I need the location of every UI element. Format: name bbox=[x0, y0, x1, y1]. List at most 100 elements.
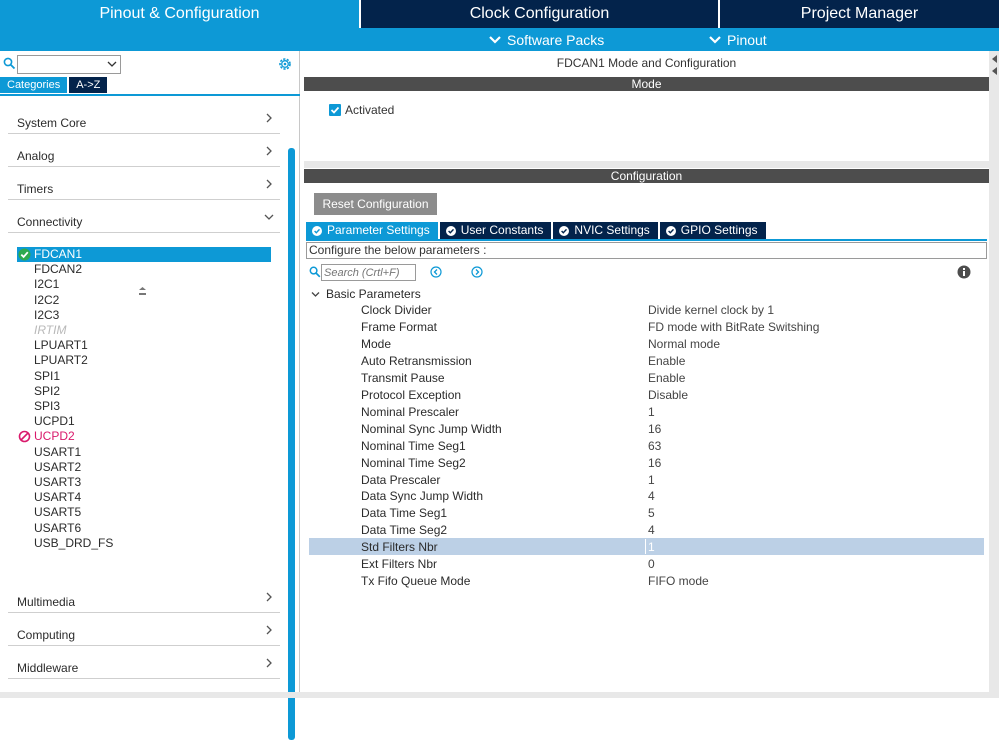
peripheral-item[interactable]: I2C1 bbox=[17, 277, 271, 292]
peripheral-item[interactable]: USART6 bbox=[17, 521, 271, 536]
parameter-row[interactable]: Transmit Pause Enable bbox=[309, 369, 984, 386]
pinout-menu[interactable]: Pinout bbox=[709, 28, 767, 51]
peripheral-item[interactable]: LPUART2 bbox=[17, 353, 271, 368]
parameter-value[interactable]: 1 bbox=[648, 405, 655, 419]
peripheral-item[interactable]: USART4 bbox=[17, 490, 271, 505]
parameter-name: Auto Retransmission bbox=[361, 353, 472, 368]
peripheral-item[interactable]: USB_DRD_FS bbox=[17, 536, 271, 551]
parameter-row[interactable]: Clock Divider Divide kernel clock by 1 bbox=[309, 301, 984, 318]
parameter-value[interactable]: 0 bbox=[648, 557, 655, 571]
peripheral-label: USART4 bbox=[34, 490, 82, 505]
category-analog[interactable]: Analog bbox=[8, 135, 280, 167]
peripheral-item[interactable]: USART2 bbox=[17, 460, 271, 475]
parameter-name: Nominal Time Seg2 bbox=[361, 455, 466, 470]
parameter-row[interactable]: Std Filters Nbr 1 bbox=[309, 538, 984, 556]
parameter-value[interactable]: 16 bbox=[648, 422, 661, 436]
category-timers[interactable]: Timers bbox=[8, 168, 280, 200]
parameter-row[interactable]: Protocol Exception Disable bbox=[309, 386, 984, 403]
splitter[interactable] bbox=[304, 161, 999, 168]
right-edge-collapse[interactable] bbox=[989, 51, 999, 698]
chevron-down-icon bbox=[709, 35, 721, 44]
tab-user-constants[interactable]: User Constants bbox=[439, 222, 552, 239]
reset-configuration-button[interactable]: Reset Configuration bbox=[314, 193, 437, 215]
divider bbox=[306, 239, 987, 241]
parameter-row[interactable]: Nominal Time Seg1 63 bbox=[309, 437, 984, 454]
parameter-row[interactable]: Nominal Sync Jump Width 16 bbox=[309, 420, 984, 437]
peripheral-label: UCPD1 bbox=[34, 414, 75, 429]
peripheral-item[interactable]: I2C3 bbox=[17, 308, 271, 323]
parameter-row[interactable]: Ext Filters Nbr 0 bbox=[309, 555, 984, 572]
peripheral-item[interactable]: UCPD1 bbox=[17, 414, 271, 429]
software-packs-menu[interactable]: Software Packs bbox=[489, 28, 604, 51]
tab-a-to-z[interactable]: A->Z bbox=[69, 77, 108, 93]
parameter-value[interactable]: Enable bbox=[648, 354, 685, 368]
peripheral-item[interactable]: USART3 bbox=[17, 475, 271, 490]
peripheral-item[interactable]: SPI2 bbox=[17, 384, 271, 399]
peripheral-label: USART3 bbox=[34, 475, 82, 489]
parameter-value[interactable]: Normal mode bbox=[648, 337, 720, 351]
parameter-row[interactable]: Data Time Seg2 4 bbox=[309, 521, 984, 538]
parameter-value[interactable]: 4 bbox=[648, 523, 655, 537]
parameter-row[interactable]: Mode Normal mode bbox=[309, 335, 984, 352]
main-tab-bar: Pinout & Configuration Clock Configurati… bbox=[0, 0, 999, 28]
category-connectivity[interactable]: Connectivity bbox=[8, 201, 280, 233]
category-multimedia[interactable]: Multimedia bbox=[8, 581, 280, 613]
tab-parameter-settings[interactable]: Parameter Settings bbox=[306, 222, 438, 239]
basic-parameters-group[interactable]: Basic Parameters bbox=[311, 287, 421, 301]
tab-project-manager[interactable]: Project Manager bbox=[720, 0, 999, 28]
search-combobox[interactable] bbox=[17, 55, 121, 74]
category-system-core[interactable]: System Core bbox=[8, 102, 280, 134]
info-icon[interactable] bbox=[957, 265, 971, 279]
next-arrow-icon[interactable] bbox=[471, 266, 483, 278]
category-middleware[interactable]: Middleware bbox=[8, 647, 280, 679]
right-panel: FDCAN1 Mode and Configuration Mode Activ… bbox=[304, 51, 999, 698]
activated-checkbox[interactable]: Activated bbox=[329, 103, 394, 117]
tab-pinout-configuration[interactable]: Pinout & Configuration bbox=[0, 0, 359, 28]
parameter-row[interactable]: Data Sync Jump Width 4 bbox=[309, 487, 984, 504]
parameter-row[interactable]: Tx Fifo Queue Mode FIFO mode bbox=[309, 572, 984, 589]
parameter-value[interactable]: 63 bbox=[648, 439, 661, 453]
peripheral-item[interactable]: FDCAN2 bbox=[17, 262, 271, 277]
peripheral-item[interactable]: SPI3 bbox=[17, 399, 271, 414]
check-circle-icon bbox=[445, 225, 456, 236]
parameter-row[interactable]: Nominal Prescaler 1 bbox=[309, 403, 984, 420]
parameter-value[interactable]: Disable bbox=[648, 388, 688, 402]
peripheral-item[interactable]: SPI1 bbox=[17, 369, 271, 384]
peripheral-item[interactable]: UCPD2 bbox=[17, 429, 271, 444]
tab-gpio-settings[interactable]: GPIO Settings bbox=[659, 222, 766, 239]
tab-categories[interactable]: Categories bbox=[0, 77, 68, 93]
parameter-value[interactable]: Enable bbox=[648, 371, 685, 385]
peripheral-item[interactable]: USART1 bbox=[17, 445, 271, 460]
parameter-value[interactable]: 1 bbox=[648, 473, 655, 487]
parameter-value[interactable]: FD mode with BitRate Switshing bbox=[648, 320, 819, 334]
forbidden-icon bbox=[18, 431, 31, 443]
tab-label: GPIO Settings bbox=[680, 223, 758, 237]
parameter-value[interactable]: 4 bbox=[648, 489, 655, 503]
category-computing[interactable]: Computing bbox=[8, 614, 280, 646]
previous-arrow-icon[interactable] bbox=[430, 266, 442, 278]
parameter-value[interactable]: Divide kernel clock by 1 bbox=[648, 303, 774, 317]
parameter-row[interactable]: Data Time Seg1 5 bbox=[309, 504, 984, 521]
left-scrollbar[interactable] bbox=[288, 148, 295, 740]
peripheral-item[interactable]: IRTIM bbox=[17, 323, 271, 338]
parameter-row[interactable]: Data Prescaler 1 bbox=[309, 471, 984, 488]
parameter-row[interactable]: Nominal Time Seg2 16 bbox=[309, 454, 984, 471]
parameter-value[interactable]: 1 bbox=[648, 540, 655, 554]
category-label: Multimedia bbox=[17, 595, 76, 609]
peripheral-item[interactable]: I2C2 bbox=[17, 293, 271, 308]
peripheral-item[interactable]: LPUART1 bbox=[17, 338, 271, 353]
parameter-value[interactable]: FIFO mode bbox=[648, 574, 709, 588]
parameter-row[interactable]: Auto Retransmission Enable bbox=[309, 352, 984, 369]
peripheral-item[interactable]: USART5 bbox=[17, 505, 271, 520]
tab-nvic-settings[interactable]: NVIC Settings bbox=[553, 222, 658, 239]
parameter-name: Nominal Prescaler bbox=[361, 404, 460, 419]
parameter-value[interactable]: 5 bbox=[648, 506, 655, 520]
gear-icon[interactable] bbox=[277, 56, 293, 72]
tab-clock-configuration[interactable]: Clock Configuration bbox=[361, 0, 718, 28]
peripheral-item[interactable]: FDCAN1 bbox=[17, 247, 271, 262]
parameter-value[interactable]: 16 bbox=[648, 456, 661, 470]
parameter-search-input[interactable] bbox=[321, 264, 416, 281]
peripheral-label: USART6 bbox=[34, 520, 82, 535]
category-label: Timers bbox=[17, 182, 54, 196]
parameter-row[interactable]: Frame Format FD mode with BitRate Switshi… bbox=[309, 318, 984, 335]
